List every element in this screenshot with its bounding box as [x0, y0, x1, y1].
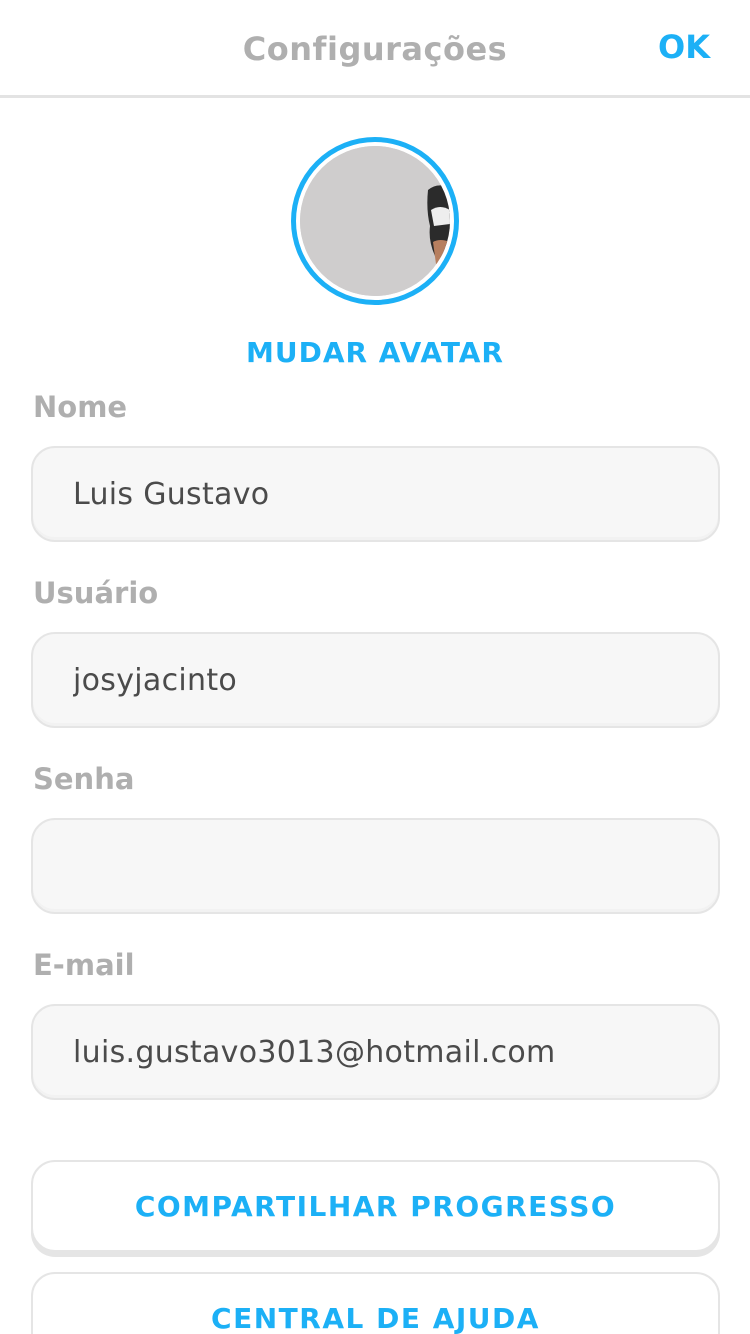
name-field[interactable]: Luis Gustavo: [31, 446, 720, 542]
username-label: Usuário: [33, 576, 159, 610]
help-center-label: CENTRAL DE AJUDA: [211, 1301, 540, 1334]
avatar-frame[interactable]: [291, 137, 459, 305]
header-bar: Configurações OK: [0, 0, 750, 98]
share-progress-label: COMPARTILHAR PROGRESSO: [134, 1189, 617, 1223]
name-label: Nome: [33, 390, 128, 424]
page-title: Configurações: [242, 30, 508, 68]
password-field[interactable]: [31, 818, 720, 914]
username-value: josyjacinto: [73, 662, 238, 698]
share-progress-button[interactable]: COMPARTILHAR PROGRESSO: [31, 1160, 720, 1252]
password-label: Senha: [33, 762, 135, 796]
email-label: E-mail: [33, 948, 135, 982]
avatar-photo: [300, 146, 450, 296]
email-value: luis.gustavo3013@hotmail.com: [73, 1034, 556, 1070]
ok-button[interactable]: OK: [658, 28, 710, 66]
change-avatar-button[interactable]: MUDAR AVATAR: [0, 336, 750, 369]
name-value: Luis Gustavo: [73, 476, 270, 512]
email-field[interactable]: luis.gustavo3013@hotmail.com: [31, 1004, 720, 1100]
settings-screen: Configurações OK MUDAR AVATAR Nome Luis …: [0, 0, 750, 1334]
username-field[interactable]: josyjacinto: [31, 632, 720, 728]
help-center-button[interactable]: CENTRAL DE AJUDA: [31, 1272, 720, 1334]
avatar[interactable]: [300, 146, 450, 296]
